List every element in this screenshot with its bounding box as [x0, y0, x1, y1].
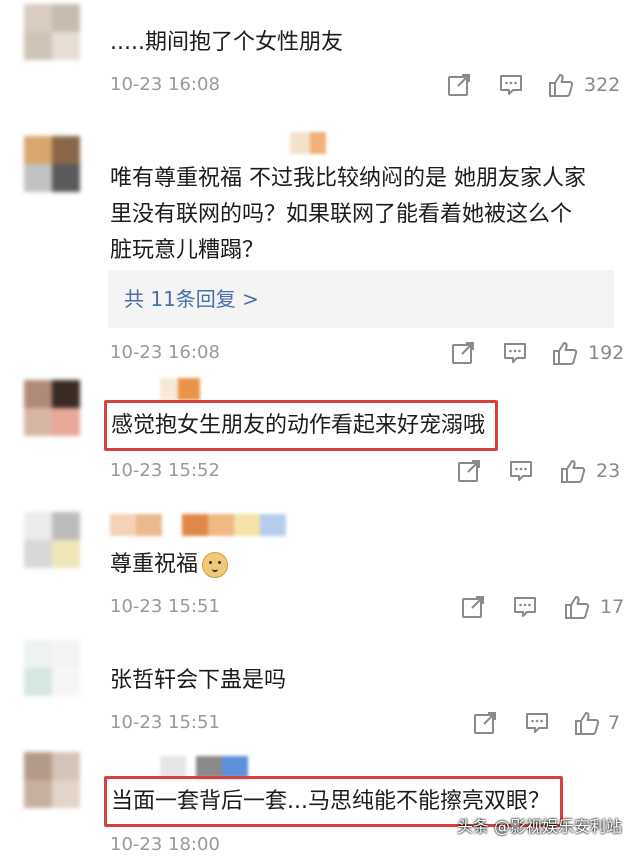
share-icon[interactable] [456, 458, 482, 484]
comment-text: 感觉抱女生朋友的动作看起来好宠溺哦 [104, 400, 499, 451]
comment-icon[interactable] [498, 72, 524, 98]
like-count: 17 [600, 596, 625, 618]
avatar[interactable] [24, 752, 80, 808]
share-icon[interactable] [460, 594, 486, 620]
timestamp: 10-23 15:52 [110, 460, 220, 481]
share-icon[interactable] [446, 72, 472, 98]
comment-text-label: 尊重祝福 [110, 552, 199, 577]
thumbs-up-icon[interactable] [552, 340, 578, 366]
share-icon[interactable] [472, 710, 498, 736]
thumbs-up-icon[interactable] [564, 594, 590, 620]
like-count: 322 [584, 74, 621, 96]
comment-text: 尊重祝福 [110, 546, 229, 583]
avatar[interactable] [24, 512, 80, 568]
like-count: 7 [608, 712, 621, 734]
like-count: 192 [588, 342, 625, 364]
like-count: 23 [596, 460, 621, 482]
avatar[interactable] [24, 640, 80, 696]
comment-icon[interactable] [512, 594, 538, 620]
avatar[interactable] [24, 4, 80, 60]
thumbs-up-icon[interactable] [548, 72, 574, 98]
comment-icon[interactable] [508, 458, 534, 484]
username-blurred [160, 756, 248, 778]
watermark: 头条 @影视娱乐安利站 [456, 817, 622, 836]
comment-meta: 10-23 15:51 7 [110, 708, 630, 738]
comment-meta: 10-23 15:52 23 [110, 456, 630, 486]
timestamp: 10-23 16:08 [110, 74, 220, 95]
comment-text-line-3: 脏玩意儿糟蹋？ [110, 238, 265, 263]
comment-icon[interactable] [524, 710, 550, 736]
view-replies-link[interactable]: 共 11条回复 > [108, 270, 614, 328]
comment-meta: 10-23 16:08 322 [110, 70, 630, 100]
username-blurred [290, 132, 326, 154]
comment-text-line-2: 里没有联网的吗？如果联网了能看着她被这么个 [110, 202, 573, 227]
comment-text: .....期间抱了个女性朋友 [110, 30, 343, 55]
comment-meta: 10-23 16:08 192 [110, 338, 630, 368]
timestamp: 10-23 15:51 [110, 596, 220, 617]
comment-meta: 10-23 15:51 17 [110, 592, 630, 622]
comment-text: 张哲轩会下蛊是吗 [110, 668, 287, 693]
timestamp: 10-23 16:08 [110, 342, 220, 363]
avatar[interactable] [24, 380, 80, 436]
thumbs-up-icon[interactable] [560, 458, 586, 484]
doge-emoji [202, 552, 229, 578]
avatar[interactable] [24, 136, 80, 192]
timestamp: 10-23 18:00 [110, 834, 220, 855]
thumbs-up-icon[interactable] [574, 710, 600, 736]
timestamp: 10-23 15:51 [110, 712, 220, 733]
share-icon[interactable] [450, 340, 476, 366]
username-blurred [110, 514, 286, 536]
comment-text-line-1: 唯有尊重祝福 不过我比较纳闷的是 她朋友家人家 [110, 166, 586, 191]
comment-icon[interactable] [502, 340, 528, 366]
username-blurred [160, 378, 200, 400]
